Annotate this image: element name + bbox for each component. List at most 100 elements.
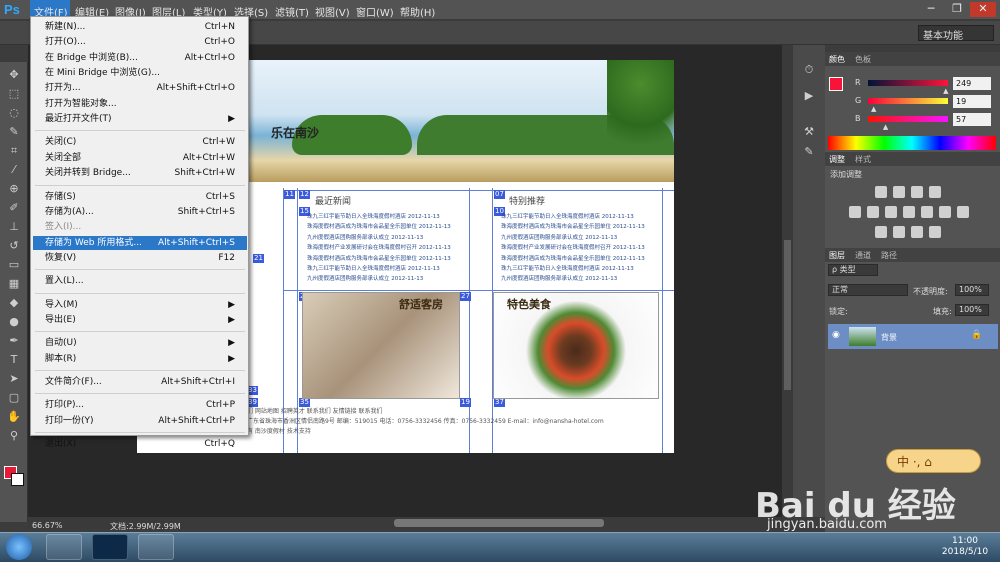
file-menu-item[interactable]: 打印(P)... Ctrl+P [33,398,247,412]
crop-tool-icon[interactable]: ⌗ [6,144,22,158]
type-tool-icon[interactable]: T [6,353,22,367]
menu-filter[interactable]: 滤镜(T) [275,4,309,19]
file-menu-item[interactable]: 签入(I)... [33,220,247,234]
channel-mixer-icon[interactable] [939,206,951,218]
list-item[interactable]: 珠海度假村酒店成为珠海市会品星全乐园单位 2012-11-13 [307,222,451,232]
menu-help[interactable]: 帮助(H) [400,4,435,19]
file-menu-item[interactable]: 在 Mini Bridge 中浏览(G)... [33,66,247,80]
file-menu-item[interactable]: 打开为... Alt+Shift+Ctrl+O [33,81,247,95]
tab-channels[interactable]: 通道 [855,250,871,261]
list-item[interactable]: 九州度假酒店团购服务部承认成立 2012-11-13 [307,233,451,243]
hue-saturation-icon[interactable] [867,206,879,218]
posterize-icon[interactable] [893,226,905,238]
menu-window[interactable]: 窗口(W) [356,4,394,19]
file-menu-item[interactable]: 最近打开文件(T) ▶ [33,112,247,126]
layer-kind-filter[interactable]: ρ 类型 [828,264,878,276]
list-item[interactable]: 九州度假酒店团购服务部承认成立 2012-11-13 [501,274,645,284]
file-menu-item[interactable]: 导出(E) ▶ [33,313,247,327]
black-white-icon[interactable] [903,206,915,218]
zoom-level[interactable]: 66.67% [32,521,63,530]
layer-name[interactable]: 背景 [881,332,897,343]
file-menu-item[interactable]: 存储(S) Ctrl+S [33,190,247,204]
taskbar-app-photoshop-icon[interactable] [92,534,128,560]
tab-color[interactable]: 颜色 [829,54,845,65]
g-slider-pin[interactable]: ▲ [871,105,876,113]
file-menu-item[interactable]: 关闭全部 Alt+Ctrl+W [33,151,247,165]
r-value[interactable]: 249 [953,77,991,90]
exposure-icon[interactable] [929,186,941,198]
healing-brush-icon[interactable]: ⊕ [6,182,22,196]
file-menu-item[interactable]: 存储为 Web 所用格式... Alt+Shift+Ctrl+S [33,235,247,250]
r-slider-pin[interactable]: ▲ [943,87,948,95]
b-slider[interactable] [868,116,948,122]
horizontal-scroll-thumb[interactable] [394,519,604,527]
tool-presets-icon[interactable]: ⚒ [801,125,817,139]
brightness-icon[interactable] [875,186,887,198]
list-item[interactable]: 珠海度假村产业发展研讨会在珠海度假村召开 2012-11-13 [307,243,451,253]
history-brush-icon[interactable]: ↺ [6,239,22,253]
tab-styles[interactable]: 样式 [855,154,871,165]
file-menu-item[interactable]: 存储为(A)... Shift+Ctrl+S [33,205,247,219]
background-color-swatch[interactable] [11,473,24,486]
file-menu-item[interactable]: 关闭(C) Ctrl+W [33,135,247,149]
photo-filter-icon[interactable] [921,206,933,218]
b-value[interactable]: 57 [953,113,991,126]
list-item[interactable]: 珠海度假村产业发展研讨会在珠海度假村召开 2012-11-13 [501,243,645,253]
taskbar-app-browser-icon[interactable] [46,534,82,560]
taskbar-app-360-icon[interactable] [138,534,174,560]
opacity-input[interactable]: 100% [955,284,989,296]
list-item[interactable]: 九州度假酒店团购服务部承认成立 2012-11-13 [307,274,451,284]
list-item[interactable]: 珠九三红宇能节助日入全珠海度假村酒店 2012-11-13 [307,264,451,274]
eyedropper-icon[interactable]: ⁄ [6,163,22,177]
invert-icon[interactable] [875,226,887,238]
vertical-scroll-thumb[interactable] [784,240,791,390]
document-info[interactable]: 文档:2.99M/2.99M [110,521,181,532]
file-menu-item[interactable]: 脚本(R) ▶ [33,352,247,366]
eraser-tool-icon[interactable]: ▭ [6,258,22,272]
g-value[interactable]: 19 [953,95,991,108]
selective-color-icon[interactable] [929,226,941,238]
levels-icon[interactable] [893,186,905,198]
path-select-icon[interactable]: ➤ [6,372,22,386]
r-slider[interactable] [868,80,948,86]
brush-panel-icon[interactable]: ✎ [801,145,817,159]
file-menu-item[interactable]: 新建(N)... Ctrl+N [33,20,247,34]
color-balance-icon[interactable] [885,206,897,218]
file-menu-item[interactable]: 恢复(V) F12 [33,251,247,265]
menu-view[interactable]: 视图(V) [315,4,350,19]
system-clock[interactable]: 11:00 2018/5/10 [935,536,995,558]
fill-input[interactable]: 100% [955,304,989,316]
color-lookup-icon[interactable] [957,206,969,218]
actions-panel-icon[interactable]: ▶ [801,89,817,103]
minimize-button[interactable]: ─ [918,2,944,17]
file-menu-item[interactable]: 文件简介(F)... Alt+Shift+Ctrl+I [33,375,247,389]
workspace-select[interactable]: 基本功能 [918,25,994,42]
history-panel-icon[interactable]: ⏱ [801,63,817,77]
shape-tool-icon[interactable]: ▢ [6,391,22,405]
list-item[interactable]: 珠九三红宇能节助日入全珠海度假村酒店 2012-11-13 [307,212,451,222]
b-slider-pin[interactable]: ▲ [883,123,888,131]
lasso-tool-icon[interactable]: ◌ [6,106,22,120]
tab-paths[interactable]: 路径 [881,250,897,261]
file-menu-item[interactable]: 在 Bridge 中浏览(B)... Alt+Ctrl+O [33,51,247,65]
dodge-tool-icon[interactable]: ● [6,315,22,329]
brush-tool-icon[interactable]: ✐ [6,201,22,215]
file-menu-item[interactable]: 置入(L)... [33,274,247,288]
file-menu-item[interactable]: 自动(U) ▶ [33,336,247,350]
list-item[interactable]: 珠九三红宇能节助日入全珠海度假村酒店 2012-11-13 [501,212,645,222]
tab-layers[interactable]: 图层 [829,250,845,261]
visibility-eye-icon[interactable]: ◉ [832,330,840,340]
restore-button[interactable]: ❐ [944,2,970,17]
g-slider[interactable] [868,98,948,104]
file-menu-item[interactable]: 打印一份(Y) Alt+Shift+Ctrl+P [33,414,247,428]
file-menu-item[interactable]: 导入(M) ▶ [33,298,247,312]
move-tool-icon[interactable]: ✥ [6,68,22,82]
blur-tool-icon[interactable]: ◆ [6,296,22,310]
hand-tool-icon[interactable]: ✋ [6,410,22,424]
start-button[interactable] [6,534,32,560]
zoom-tool-icon[interactable]: ⚲ [6,429,22,443]
list-item[interactable]: 九州度假酒店团购服务部承认成立 2012-11-13 [501,233,645,243]
close-button[interactable]: ✕ [970,2,996,17]
pen-tool-icon[interactable]: ✒ [6,334,22,348]
quick-select-icon[interactable]: ✎ [6,125,22,139]
